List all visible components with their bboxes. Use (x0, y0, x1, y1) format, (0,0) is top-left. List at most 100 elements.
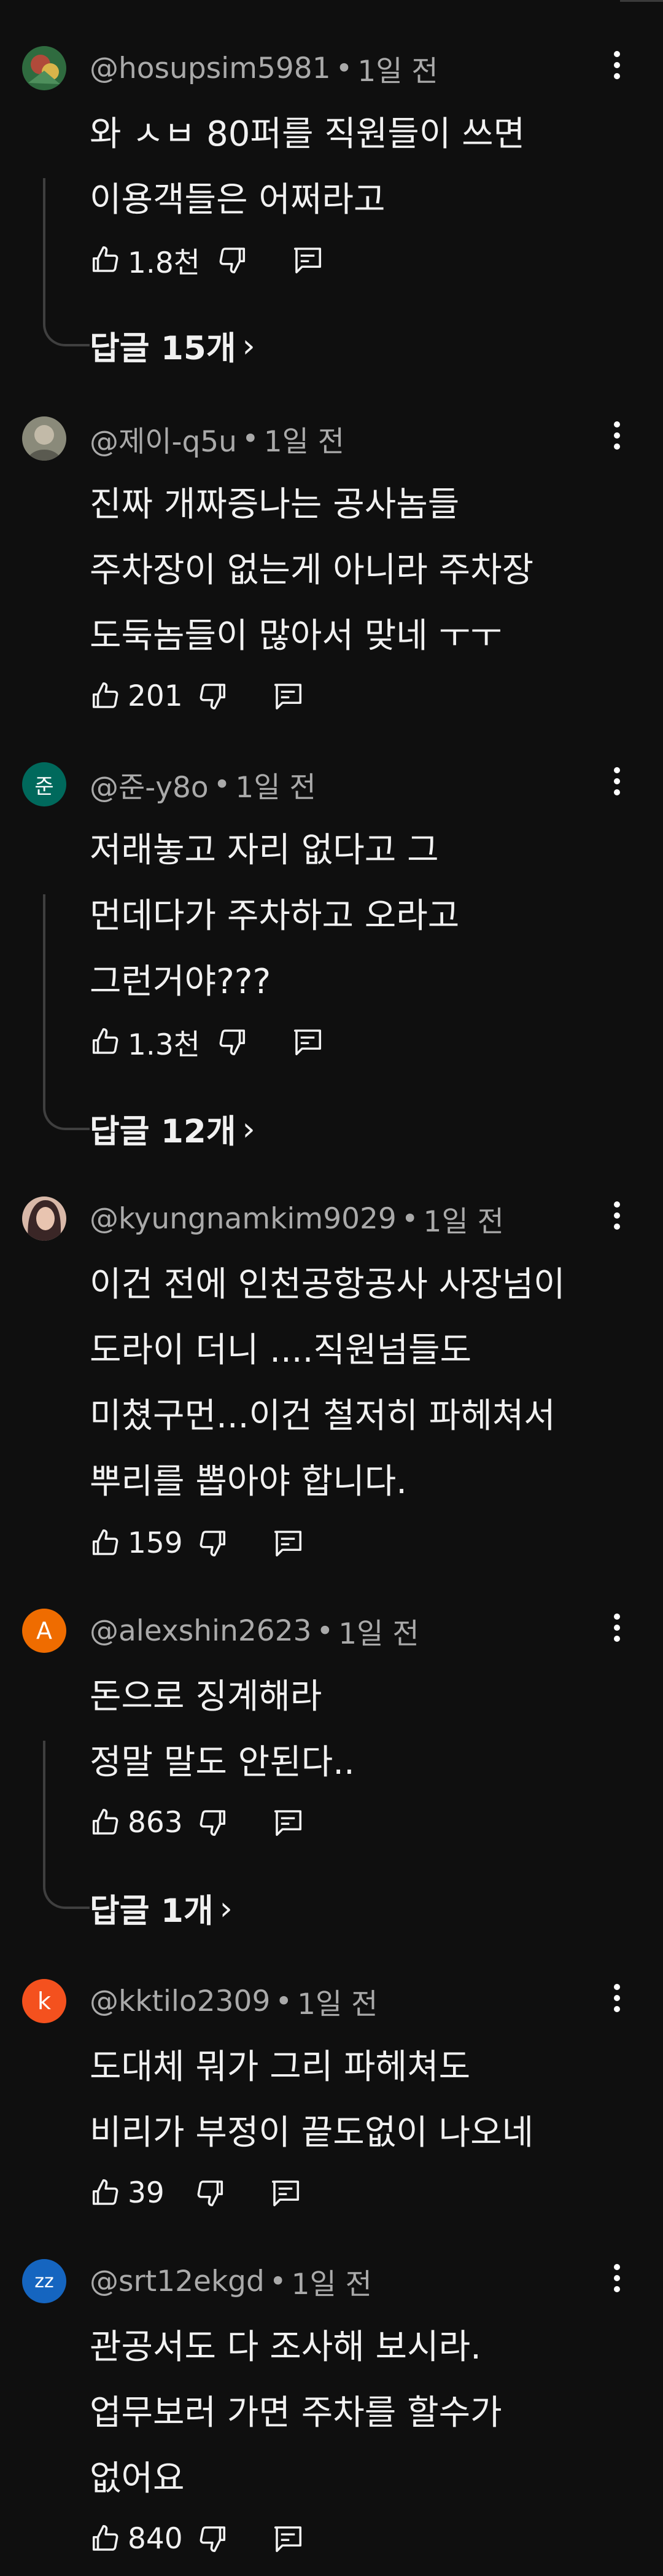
comment-time[interactable]: 1일 전 (264, 418, 344, 460)
like-count: 840 (128, 2521, 183, 2556)
thumbs-up-icon[interactable] (90, 1025, 123, 1058)
like-count: 1.3천 (128, 1028, 200, 1062)
avatar[interactable] (22, 416, 66, 461)
comment-text: 도대체 뭐가 그리 파헤쳐도 비리가 부정이 끝도없이 나오네 (90, 2034, 533, 2166)
avatar[interactable]: zz (22, 2259, 66, 2303)
comment-line: 도둑놈들이 많아서 맞네 ㅜㅜ (90, 616, 502, 656)
comment-meta: @준-y8o • 1일 전 (90, 762, 316, 806)
avatar[interactable]: 준 (22, 762, 66, 806)
more-vert-icon[interactable] (606, 421, 628, 461)
avatar-image (22, 1196, 66, 1241)
thumbs-up-icon[interactable] (90, 2176, 123, 2209)
comment-time[interactable]: 1일 전 (235, 763, 316, 806)
comment-author[interactable]: @준-y8o (90, 763, 209, 806)
replies-count: 답글 15개 (90, 330, 236, 367)
comment-reply-icon[interactable] (271, 679, 304, 712)
more-vert-icon[interactable] (606, 2264, 628, 2303)
comment-line: 도라이 더니 ....직원넘들도 (90, 1330, 472, 1370)
comment-line: 이용객들은 어쩌라고 (90, 180, 386, 220)
thumbs-down-icon[interactable] (195, 1806, 228, 1839)
comment-author[interactable]: @alexshin2623 (90, 1614, 312, 1648)
avatar[interactable]: A (22, 1609, 66, 1653)
like-count: 201 (128, 679, 183, 713)
more-vert-icon[interactable] (606, 1984, 628, 2023)
meta-separator: • (335, 51, 353, 85)
comment-reply-icon[interactable] (271, 1526, 304, 1559)
meta-separator: • (213, 767, 231, 802)
comment-line: 관공서도 다 조사해 보시라. (90, 2327, 481, 2367)
meta-separator: • (241, 421, 259, 456)
comment-actions: 159 (90, 1521, 304, 1564)
more-vert-icon[interactable] (606, 767, 628, 806)
comment-author[interactable]: @제이-q5u (90, 418, 237, 460)
chevron-right-icon: › (219, 1889, 233, 1927)
comment-time[interactable]: 1일 전 (297, 1980, 378, 2023)
comment-line: 없어요 (90, 2459, 185, 2499)
comment-author[interactable]: @srt12ekgd (90, 2265, 265, 2298)
comment-text: 관공서도 다 조사해 보시라. 업무보러 가면 주차를 할수가 없어요 (90, 2314, 502, 2512)
top-divider (620, 0, 663, 2)
comment-text: 저래놓고 자리 없다고 그 먼데다가 주차하고 오라고 그런거야??? (90, 818, 459, 1015)
comment-meta: @srt12ekgd • 1일 전 (90, 2259, 372, 2303)
chevron-right-icon: › (242, 1110, 255, 1148)
comment-meta: @hosupsim5981 • 1일 전 (90, 46, 438, 90)
comment-line: 도대체 뭐가 그리 파헤쳐도 (90, 2047, 471, 2087)
comment-actions: 863 (90, 1801, 304, 1844)
more-vert-icon[interactable] (606, 1201, 628, 1241)
comment-author[interactable]: @hosupsim5981 (90, 52, 331, 85)
avatar[interactable] (22, 46, 66, 90)
avatar[interactable]: k (22, 1979, 66, 2023)
thumbs-up-icon[interactable] (90, 1526, 123, 1559)
comment-reply-icon[interactable] (271, 2522, 304, 2555)
thumbs-up-icon[interactable] (90, 679, 123, 712)
comment-author[interactable]: @kyungnamkim9029 (90, 1202, 397, 1236)
thumbs-down-icon[interactable] (215, 1025, 248, 1058)
replies-count: 답글 12개 (90, 1113, 236, 1150)
comment-actions: 39 (90, 2171, 302, 2214)
avatar[interactable] (22, 1196, 66, 1241)
comment-time[interactable]: 1일 전 (424, 1198, 504, 1240)
avatar-letter: 준 (34, 774, 54, 799)
thumbs-down-icon[interactable] (195, 679, 228, 712)
comment-time[interactable]: 1일 전 (357, 47, 438, 90)
avatar-image (22, 46, 66, 90)
thumbs-down-icon[interactable] (193, 2176, 226, 2209)
comment-author[interactable]: @kktilo2309 (90, 1985, 270, 2018)
comment-actions: 840 (90, 2517, 304, 2560)
comment-reply-icon[interactable] (271, 1806, 304, 1839)
comment-text: 진짜 개짜증나는 공사놈들 주차장이 없는게 아니라 주차장 도둑놈들이 많아서… (90, 472, 533, 669)
comment-line: 진짜 개짜증나는 공사놈들 (90, 485, 460, 525)
meta-separator: • (401, 1201, 419, 1236)
avatar-image (22, 416, 66, 461)
comment-line: 주차장이 없는게 아니라 주차장 (90, 550, 534, 590)
thread-connector (43, 894, 90, 1130)
meta-separator: • (269, 2264, 287, 2298)
thumbs-down-icon[interactable] (195, 1526, 228, 1559)
comment-line: 저래놓고 자리 없다고 그 (90, 830, 439, 870)
thumbs-down-icon[interactable] (195, 2522, 228, 2555)
thumbs-up-icon[interactable] (90, 243, 123, 276)
comment-text: 돈으로 징계해라 정말 말도 안된다.. (90, 1664, 355, 1795)
thumbs-up-icon[interactable] (90, 1806, 123, 1839)
comment-line: 미쳤구먼...이건 철저히 파헤쳐서 (90, 1396, 556, 1436)
comment-reply-icon[interactable] (291, 243, 324, 276)
thumbs-up-icon[interactable] (90, 2522, 123, 2555)
more-vert-icon[interactable] (606, 51, 628, 90)
comment-time[interactable]: 1일 전 (292, 2260, 372, 2303)
view-replies-button[interactable]: 답글 1개 › (90, 1887, 233, 1930)
more-vert-icon[interactable] (606, 1614, 628, 1653)
replies-count: 답글 1개 (90, 1892, 214, 1930)
comment-text: 와 ㅅㅂ 80퍼를 직원들이 쓰면 이용객들은 어쩌라고 (90, 101, 525, 233)
comment-meta: @alexshin2623 • 1일 전 (90, 1609, 419, 1653)
comment-line: 돈으로 징계해라 (90, 1677, 322, 1717)
view-replies-button[interactable]: 답글 12개 › (90, 1107, 255, 1151)
comment-reply-icon[interactable] (291, 1025, 324, 1058)
comment-line: 와 ㅅㅂ 80퍼를 직원들이 쓰면 (90, 114, 525, 154)
avatar-letter: k (37, 1988, 51, 2015)
comment-reply-icon[interactable] (269, 2176, 302, 2209)
avatar-letter: zz (34, 2270, 54, 2292)
comment-line: 이건 전에 인천공항공사 사장넘이 (90, 1265, 565, 1305)
view-replies-button[interactable]: 답글 15개 › (90, 324, 255, 368)
thumbs-down-icon[interactable] (215, 243, 248, 276)
comment-time[interactable]: 1일 전 (338, 1610, 419, 1652)
